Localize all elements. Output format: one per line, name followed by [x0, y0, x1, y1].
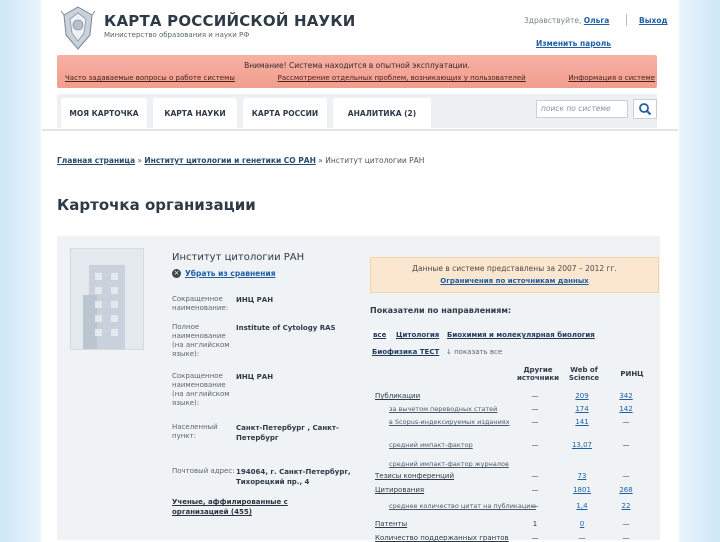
header-divider	[626, 14, 627, 26]
value-other: —	[531, 441, 539, 449]
field-label-short-name: Сокращенное наименование:	[172, 295, 229, 312]
value-rinc: —	[622, 418, 630, 426]
show-all-text: показать все	[454, 348, 503, 356]
col-header-wos: Web of Science	[568, 366, 600, 382]
value-wos[interactable]: 174	[567, 405, 597, 413]
value-wos[interactable]: 1801	[567, 486, 597, 494]
search-icon	[639, 103, 652, 116]
value-other: —	[531, 392, 539, 400]
value-other: —	[531, 418, 539, 426]
value-other: —	[531, 405, 539, 413]
value-rinc[interactable]: 22	[611, 502, 641, 510]
breadcrumb: Главная страница » Институт цитологии и …	[57, 156, 424, 165]
chip-cytology[interactable]: Цитология	[396, 331, 439, 339]
chip-biochemistry[interactable]: Биохимия и молекулярная биология	[447, 331, 595, 339]
value-other: 1	[532, 520, 538, 528]
field-value-full-name-en: Institute of Cytology RAS	[236, 324, 336, 332]
alert-message: Внимание! Система находится в опытной эк…	[244, 61, 470, 70]
tab-russia-map[interactable]: КАРТА РОССИИ	[243, 98, 327, 128]
alert-banner: Внимание! Система находится в опытной эк…	[57, 55, 657, 88]
value-wos[interactable]: 209	[567, 392, 597, 400]
col-header-rinc: РИНЦ	[620, 370, 644, 378]
tab-science-map[interactable]: КАРТА НАУКИ	[153, 98, 237, 128]
breadcrumb-parent[interactable]: Институт цитологии и генетики СО РАН	[144, 156, 315, 165]
indicator-name: Публикации	[375, 392, 421, 400]
emblem-logo	[60, 6, 96, 50]
indicator-name: Количество поддержанных грантов	[375, 534, 509, 542]
value-wos[interactable]: 141	[567, 418, 597, 426]
org-name: Институт цитологии РАН	[172, 252, 305, 263]
about-link[interactable]: Информация о системе	[568, 74, 655, 82]
field-value-short-name-en: ИНЦ РАН	[236, 373, 274, 381]
value-wos: —	[578, 534, 586, 542]
value-other: —	[531, 486, 539, 494]
change-password-link[interactable]: Изменить пароль	[536, 39, 611, 48]
problems-link[interactable]: Рассмотрение отдельных проблем, возникаю…	[278, 74, 526, 82]
indicator-name: среднее количество цитат на публикацию	[389, 502, 536, 510]
greeting-text: Здравствуйте,	[524, 16, 582, 25]
affiliated-text: Ученые, аффилированные с организацией (4…	[172, 498, 288, 516]
data-period-box: Данные в системе представлены за 2007 – …	[370, 257, 659, 293]
value-other: —	[531, 534, 539, 542]
value-rinc[interactable]: 342	[611, 392, 641, 400]
chip-all[interactable]: все	[370, 330, 390, 340]
indicator-name: средний импакт-фактор	[389, 441, 473, 449]
org-photo	[70, 248, 144, 350]
search-button[interactable]	[633, 99, 657, 119]
value-rinc[interactable]: 142	[611, 405, 641, 413]
greeting: Здравствуйте, Ольга	[524, 16, 609, 25]
value-wos[interactable]: 73	[567, 472, 597, 480]
affiliated-scientists-link[interactable]: Ученые, аффилированные с организацией (4…	[172, 497, 292, 517]
value-rinc[interactable]: 268	[611, 486, 641, 494]
value-other: —	[531, 502, 539, 510]
page-title: Карточка организации	[57, 196, 256, 214]
search-input[interactable]: поиск по системе	[536, 100, 628, 118]
value-rinc: —	[622, 441, 630, 449]
indicator-name: Тезисы конференций	[375, 472, 455, 480]
value-other: —	[531, 472, 539, 480]
indicator-name: Цитирования	[375, 486, 425, 494]
user-link[interactable]: Ольга	[584, 16, 610, 25]
breadcrumb-current: Институт цитологии РАН	[325, 156, 425, 165]
close-icon[interactable]: ×	[172, 269, 181, 278]
data-restrictions-link[interactable]: Ограничения по источникам данных	[371, 277, 658, 285]
field-label-address: Почтовый адрес:	[172, 467, 235, 475]
indicator-name: Патенты	[375, 520, 408, 528]
building-icon	[83, 265, 125, 349]
page: КАРТА РОССИЙСКОЙ НАУКИ Министерство обра…	[42, 0, 678, 542]
indicator-name: средний импакт-фактор журналов	[389, 460, 509, 468]
data-period-text: Данные в системе представлены за 2007 – …	[412, 264, 617, 273]
value-wos[interactable]: 0	[567, 520, 597, 528]
breadcrumb-home[interactable]: Главная страница	[57, 156, 135, 165]
indicators-heading: Показатели по направлениям:	[370, 306, 512, 315]
value-rinc: —	[622, 472, 630, 480]
field-label-short-name-en: Сокращенное наименование (на английском …	[172, 372, 230, 407]
logout-link[interactable]: Выход	[639, 16, 668, 25]
tab-my-card[interactable]: МОЯ КАРТОЧКА	[61, 98, 147, 128]
breadcrumb-sep: »	[137, 156, 143, 165]
value-wos[interactable]: 1,4	[567, 502, 597, 510]
site-subtitle: Министерство образования и науки РФ	[104, 31, 250, 39]
col-header-other: Другие источники	[516, 366, 560, 382]
site-title: КАРТА РОССИЙСКОЙ НАУКИ	[104, 12, 356, 30]
divider	[42, 129, 678, 131]
tab-analytics[interactable]: АНАЛИТИКА (2)	[333, 98, 431, 128]
faq-link[interactable]: Часто задаваемые вопросы о работе систем…	[65, 74, 235, 82]
value-rinc: —	[622, 520, 630, 528]
value-wos[interactable]: 13,07	[567, 441, 597, 449]
field-label-locality: Населенный пункт:	[172, 423, 218, 440]
remove-from-comparison-link[interactable]: Убрать из сравнения	[185, 269, 276, 278]
field-value-short-name: ИНЦ РАН	[236, 296, 274, 304]
field-label-full-name-en: Полное наименование (на английском языке…	[172, 323, 230, 358]
indicator-name: за вычетом переводных статей	[389, 405, 498, 413]
breadcrumb-sep: »	[318, 156, 323, 165]
field-value-address: 194064, г. Санкт-Петербург, Тихорецкий п…	[236, 468, 351, 486]
alert-links: Часто задаваемые вопросы о работе систем…	[65, 74, 655, 82]
chip-biophysics[interactable]: Биофизика ТЕСТ	[372, 348, 439, 356]
indicator-name: в Scopus-индексируемых изданиях	[389, 418, 510, 426]
field-value-locality: Санкт-Петербург , Санкт-Петербург	[236, 424, 339, 442]
value-rinc: —	[622, 534, 630, 542]
show-all-link[interactable]: ↓ показать все	[446, 348, 502, 356]
